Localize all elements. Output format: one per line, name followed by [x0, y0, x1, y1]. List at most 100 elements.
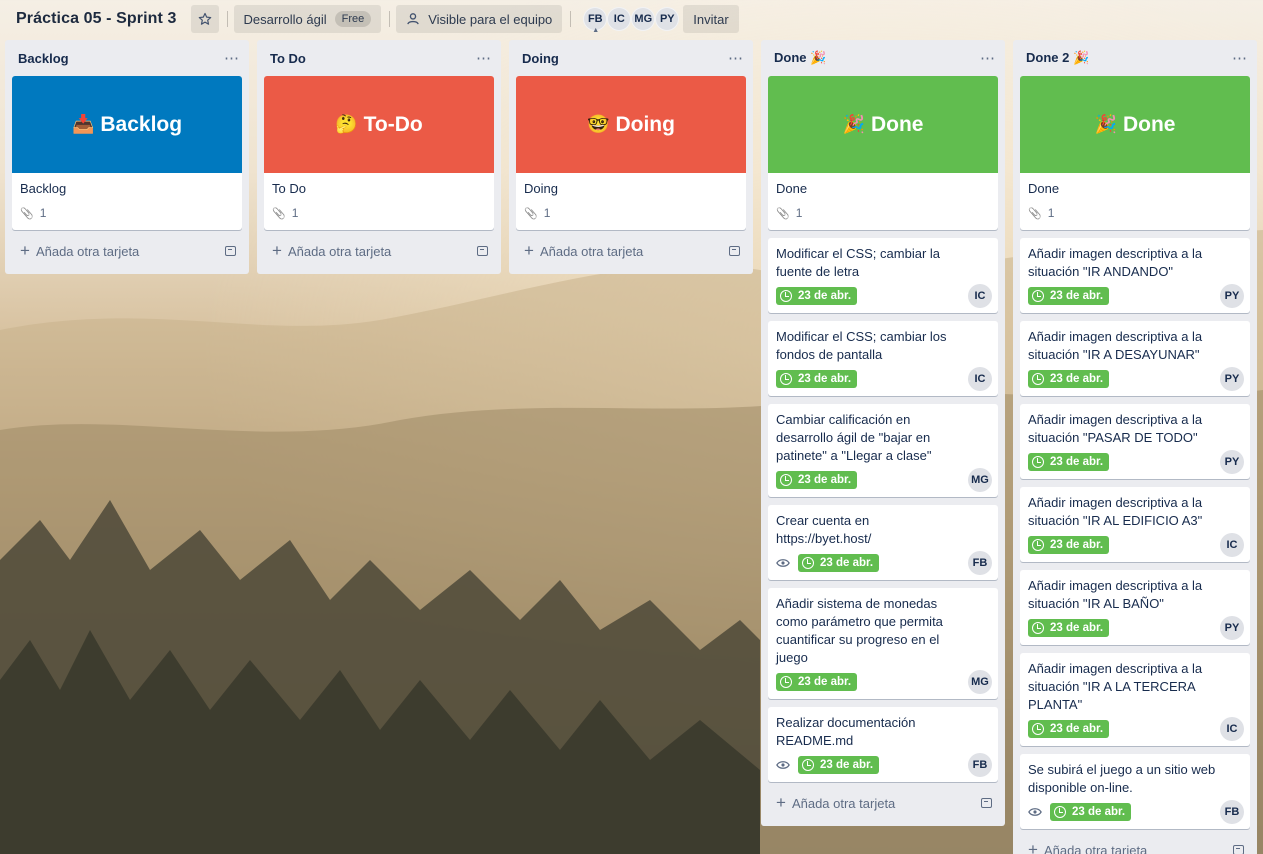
add-card-button[interactable]: + Añada otra tarjeta: [264, 236, 494, 266]
due-date-badge[interactable]: 23 de abr.: [1028, 370, 1110, 388]
due-date-badge[interactable]: 23 de abr.: [798, 756, 880, 774]
list-backlog: Backlog ⋯ 📥 Backlog Backlog 📎 1 + Añada otra tar…: [5, 40, 249, 274]
member-avatar[interactable]: IC: [968, 367, 992, 391]
add-card-label: Añada otra tarjeta: [791, 796, 896, 811]
due-date-badge[interactable]: 23 de abr.: [1050, 803, 1132, 821]
due-date-badge[interactable]: 23 de abr.: [776, 673, 858, 691]
member-avatar[interactable]: FB: [968, 551, 992, 575]
due-date-badge[interactable]: 23 de abr.: [776, 471, 858, 489]
attachment-badge: 📎 1: [776, 206, 802, 220]
due-date-badge[interactable]: 23 de abr.: [798, 554, 880, 572]
member-avatar[interactable]: MG: [968, 670, 992, 694]
member-avatar[interactable]: IC: [1220, 533, 1244, 557]
due-date-badge[interactable]: 23 de abr.: [1028, 720, 1110, 738]
card-template-icon[interactable]: [477, 246, 488, 256]
member-avatar-mg[interactable]: MG: [631, 7, 656, 31]
clock-icon: [1032, 290, 1044, 302]
card-badges: 📎 1: [1028, 202, 1242, 224]
member-avatar[interactable]: MG: [968, 468, 992, 492]
list-menu-icon[interactable]: ⋯: [224, 49, 240, 67]
member-avatar-py[interactable]: PY: [655, 7, 680, 31]
add-card-label-wrap: + Añada otra tarjeta: [524, 241, 643, 261]
add-card-label-wrap: + Añada otra tarjeta: [776, 793, 895, 813]
list-done-2: Done 2 🎉 ⋯ 🎉 Done Done 📎 1 Añadir imagen descri…: [1013, 40, 1257, 854]
due-date-text: 23 de abr.: [798, 373, 852, 385]
member-avatar[interactable]: PY: [1220, 616, 1244, 640]
attachment-count: 1: [795, 206, 803, 220]
paperclip-icon: 📎: [272, 207, 286, 220]
card-template-icon[interactable]: [225, 246, 236, 256]
card-template-icon[interactable]: [1233, 845, 1244, 854]
admin-icon: ▲: [592, 27, 600, 34]
due-date-badge[interactable]: 23 de abr.: [1028, 453, 1110, 471]
list-title[interactable]: Backlog: [18, 51, 69, 66]
card-badges: 23 de abr.: [1028, 801, 1216, 823]
member-avatar[interactable]: PY: [1220, 450, 1244, 474]
list-menu-icon[interactable]: ⋯: [728, 49, 744, 67]
due-date-badge[interactable]: 23 de abr.: [776, 287, 858, 305]
task-card[interactable]: Crear cuenta en https://byet.host/23 de …: [768, 505, 998, 580]
add-card-button[interactable]: + Añada otra tarjeta: [516, 236, 746, 266]
card-body: Añadir imagen descriptiva a la situación…: [1020, 404, 1250, 479]
cover-card[interactable]: 🎉 Done Done 📎 1: [768, 76, 998, 230]
add-card-button[interactable]: + Añada otra tarjeta: [12, 236, 242, 266]
board-header: Práctica 05 - Sprint 3 Desarrollo ágil F…: [0, 0, 1263, 38]
list-menu-icon[interactable]: ⋯: [1232, 49, 1248, 67]
member-avatar[interactable]: PY: [1220, 284, 1244, 308]
list-done: Done 🎉 ⋯ 🎉 Done Done 📎 1 Modificar el CSS; camb…: [761, 40, 1005, 826]
card-template-icon[interactable]: [729, 246, 740, 256]
list-menu-icon[interactable]: ⋯: [980, 49, 996, 67]
list-title[interactable]: Doing: [522, 51, 559, 66]
invite-button[interactable]: Invitar: [683, 5, 739, 33]
add-card-button[interactable]: + Añada otra tarjeta: [768, 788, 998, 818]
task-card[interactable]: Realizar documentación README.md 23 de ab…: [768, 707, 998, 782]
due-date-text: 23 de abr.: [1050, 723, 1104, 735]
due-date-badge[interactable]: 23 de abr.: [776, 370, 858, 388]
cover-title: Done: [870, 112, 924, 136]
member-avatar-ic[interactable]: IC: [607, 7, 632, 31]
due-date-badge[interactable]: 23 de abr.: [1028, 536, 1110, 554]
member-avatar[interactable]: FB: [968, 753, 992, 777]
card-template-icon[interactable]: [981, 798, 992, 808]
task-card[interactable]: Modificar el CSS; cambiar la fuente de l…: [768, 238, 998, 313]
card-title: Backlog: [20, 181, 67, 196]
clock-icon: [1054, 806, 1066, 818]
due-date-badge[interactable]: 23 de abr.: [1028, 287, 1110, 305]
task-card[interactable]: Añadir imagen descriptiva a la situación…: [1020, 487, 1250, 562]
task-card[interactable]: Añadir imagen descriptiva a la situación…: [1020, 238, 1250, 313]
list-title[interactable]: Done 2 🎉: [1026, 50, 1089, 66]
board-title[interactable]: Práctica 05 - Sprint 3: [16, 10, 177, 28]
cover-card[interactable]: 📥 Backlog Backlog 📎 1: [12, 76, 242, 230]
list-title[interactable]: To Do: [270, 51, 306, 66]
cover-card[interactable]: 🎉 Done Done 📎 1: [1020, 76, 1250, 230]
cover-card[interactable]: 🤔 To-Do To Do 📎 1: [264, 76, 494, 230]
task-card[interactable]: Añadir sistema de monedas como parámetro…: [768, 588, 998, 699]
add-card-button[interactable]: + Añada otra tarjeta: [1020, 835, 1250, 854]
task-card[interactable]: Se subirá el juego a un sitio web dispon…: [1020, 754, 1250, 829]
list-menu-icon[interactable]: ⋯: [476, 49, 492, 67]
due-date-badge[interactable]: 23 de abr.: [1028, 619, 1110, 637]
list-title[interactable]: Done 🎉: [774, 50, 826, 66]
due-date-text: 23 de abr.: [798, 676, 852, 688]
task-card[interactable]: Añadir imagen descriptiva a la situación…: [1020, 653, 1250, 746]
card-badges: 23 de abr.: [776, 754, 964, 776]
member-avatar-fb[interactable]: FB ▲: [583, 7, 608, 34]
task-card[interactable]: Añadir imagen descriptiva a la situación…: [1020, 404, 1250, 479]
clock-icon: [1032, 723, 1044, 735]
task-card[interactable]: Modificar el CSS; cambiar los fondos de …: [768, 321, 998, 396]
cover-card[interactable]: 🤓 Doing Doing 📎 1: [516, 76, 746, 230]
task-card[interactable]: Añadir imagen descriptiva a la situación…: [1020, 321, 1250, 396]
star-button[interactable]: [190, 5, 219, 33]
list-header: Doing ⋯: [516, 40, 746, 76]
workspace-button[interactable]: Desarrollo ágil Free: [233, 5, 382, 33]
member-avatar[interactable]: FB: [1220, 800, 1244, 824]
attachment-badge: 📎 1: [272, 206, 298, 220]
member-avatar[interactable]: IC: [968, 284, 992, 308]
visibility-button[interactable]: Visible para el equipo: [396, 5, 563, 33]
task-card[interactable]: Cambiar calificación en desarrollo ágil …: [768, 404, 998, 497]
member-avatar[interactable]: PY: [1220, 367, 1244, 391]
card-title: Añadir imagen descriptiva a la situación…: [1028, 495, 1203, 528]
task-card[interactable]: Añadir imagen descriptiva a la situación…: [1020, 570, 1250, 645]
member-avatar[interactable]: IC: [1220, 717, 1244, 741]
attachment-count: 1: [543, 206, 551, 220]
